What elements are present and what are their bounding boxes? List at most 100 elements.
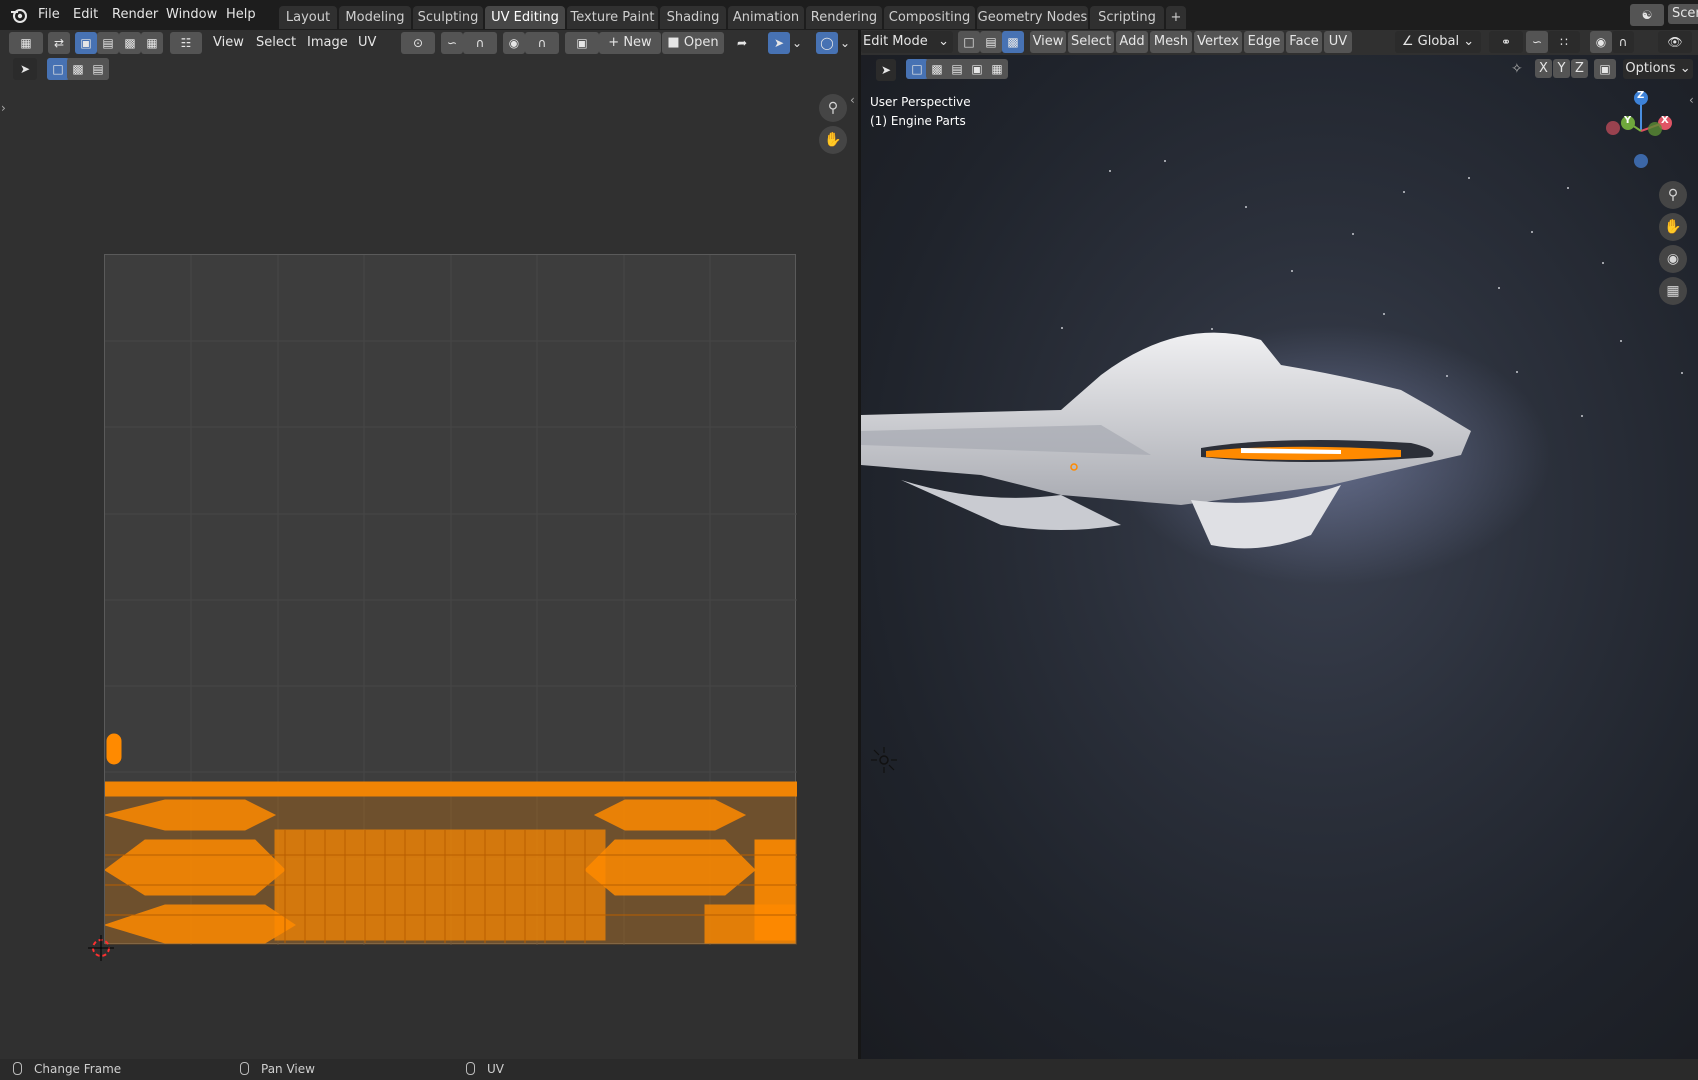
edge-select-icon[interactable]: ▤ (97, 32, 119, 54)
vertex-mode-icon[interactable]: □ (958, 31, 980, 53)
menu-window[interactable]: Window (166, 5, 217, 25)
uv-menu-select[interactable]: Select (256, 32, 296, 54)
falloff-icon[interactable]: ∩ (525, 32, 559, 54)
uv-menu-image[interactable]: Image (307, 32, 348, 54)
gizmo-dropdown-icon[interactable]: ⌄ (790, 32, 804, 54)
uv-editor-area[interactable]: ➤ □ ▩ ▤ › ⚲ ✋ ‹ (0, 55, 858, 1059)
vp-menu-select[interactable]: Select (1068, 31, 1114, 53)
tab-sculpting[interactable]: Sculpting (413, 6, 483, 29)
pivot-point-icon[interactable]: ⊙ (401, 32, 435, 54)
uv-mesh[interactable] (105, 255, 797, 945)
vp-menu-vertex[interactable]: Vertex (1194, 31, 1242, 53)
vp-menu-uv[interactable]: UV (1324, 31, 1352, 53)
transform-orientation-select[interactable]: ∠ Global ⌄ (1395, 31, 1481, 53)
vp-menu-add[interactable]: Add (1116, 31, 1148, 53)
vp-select-new-icon[interactable]: □ (906, 59, 928, 79)
light-icon[interactable] (869, 745, 899, 775)
tab-animation[interactable]: Animation (728, 6, 804, 29)
vp-select-subtract-icon[interactable]: ▤ (946, 59, 968, 79)
scene-selector-icon[interactable]: ☯ (1630, 4, 1664, 26)
proportional-edit-icon[interactable]: ◉ (503, 32, 525, 54)
menu-render[interactable]: Render (112, 5, 158, 25)
vp-menu-mesh[interactable]: Mesh (1150, 31, 1192, 53)
island-select-icon[interactable]: ▦ (141, 32, 163, 54)
vp-falloff-icon[interactable]: ∩ (1612, 31, 1634, 53)
tab-shading[interactable]: Shading (660, 6, 726, 29)
vp-zoom-icon[interactable]: ⚲ (1659, 181, 1687, 209)
vp-tool-select-icon[interactable]: ➤ (876, 59, 896, 81)
transform-pivot-icon[interactable]: ⚭ (1489, 31, 1523, 53)
vp-select-invert-icon[interactable]: ▣ (966, 59, 988, 79)
image-browse-icon[interactable]: ▣ (565, 32, 599, 54)
mirror-icon[interactable]: ✧ (1511, 61, 1523, 77)
overlay-toggle-icon[interactable]: ◯ (816, 32, 838, 54)
sync-selection-icon[interactable]: ⇄ (48, 32, 70, 54)
navigation-gizmo[interactable]: Z X Y (1599, 85, 1679, 175)
toolbar-expand-icon[interactable]: › (1, 101, 6, 115)
gizmo-toggle-icon[interactable]: ➤ (768, 32, 790, 54)
2d-cursor-icon[interactable] (88, 935, 114, 961)
vp-menu-view[interactable]: View (1030, 31, 1066, 53)
face-mode-icon[interactable]: ▩ (1002, 31, 1024, 53)
vp-sidebar-expand-icon[interactable]: ‹ (1689, 93, 1694, 107)
orientation-icon: ∠ (1401, 34, 1414, 49)
blender-logo-icon[interactable] (9, 6, 29, 24)
vp-menu-edge[interactable]: Edge (1244, 31, 1284, 53)
uv-pan-icon[interactable]: ✋ (819, 126, 847, 154)
new-image-button[interactable]: + New (599, 32, 661, 54)
status-change-frame: Change Frame (13, 1061, 121, 1078)
select-extend-icon[interactable]: ▩ (67, 58, 89, 80)
axis-z-toggle[interactable]: Z (1571, 59, 1588, 78)
tab-texture-paint[interactable]: Texture Paint (567, 6, 658, 29)
uv-menu-uv[interactable]: UV (358, 32, 376, 54)
visibility-icon[interactable]: 👁 (1658, 31, 1692, 53)
tool-select-icon[interactable]: ➤ (13, 58, 37, 80)
vertex-select-icon[interactable]: ▣ (75, 32, 97, 54)
uv-grid[interactable] (104, 254, 797, 945)
select-subtract-icon[interactable]: ▤ (87, 58, 109, 80)
snap-target-icon[interactable]: ∩ (463, 32, 497, 54)
axis-y-toggle[interactable]: Y (1553, 59, 1570, 78)
vp-snap-icon[interactable]: ∽ (1526, 31, 1548, 53)
tab-rendering[interactable]: Rendering (806, 6, 882, 29)
pin-icon[interactable]: ➦ (731, 32, 753, 54)
tab-uv-editing[interactable]: UV Editing (485, 6, 565, 29)
options-dropdown[interactable]: Options ⌄ (1623, 59, 1693, 79)
scene-label[interactable]: Scen (1668, 4, 1698, 24)
grid-view-icon[interactable]: ▦ (1659, 277, 1687, 305)
tab-compositing[interactable]: Compositing (884, 6, 975, 29)
menu-file[interactable]: File (38, 5, 60, 25)
menu-edit[interactable]: Edit (73, 5, 98, 25)
axis-x-toggle[interactable]: X (1535, 59, 1552, 78)
mode-selector[interactable]: Edit Mode ⌄ (861, 31, 953, 53)
tab-modeling[interactable]: Modeling (339, 6, 411, 29)
face-select-icon[interactable]: ▩ (119, 32, 141, 54)
select-new-icon[interactable]: □ (47, 58, 69, 80)
tab-geometry-nodes[interactable]: Geometry Nodes (977, 6, 1088, 29)
top-bar: File Edit Render Window Help Layout Mode… (0, 0, 1698, 30)
uv-menu-view[interactable]: View (213, 32, 244, 54)
vp-menu-face[interactable]: Face (1286, 31, 1322, 53)
tab-layout[interactable]: Layout (279, 6, 337, 29)
vp-proportional-icon[interactable]: ◉ (1590, 31, 1612, 53)
vp-select-intersect-icon[interactable]: ▦ (986, 59, 1008, 79)
tab-scripting[interactable]: Scripting (1090, 6, 1164, 29)
overlay-dropdown-icon[interactable]: ⌄ (838, 32, 852, 54)
snap-icon[interactable]: ∽ (441, 32, 463, 54)
vp-select-extend-icon[interactable]: ▩ (926, 59, 948, 79)
open-image-button[interactable]: ■ Open (662, 32, 724, 54)
spaceship-model[interactable] (861, 55, 1698, 1059)
3d-viewport[interactable]: ➤ □ ▩ ▤ ▣ ▦ User Perspective (1) Engine … (861, 55, 1698, 1059)
editor-type-icon[interactable]: ▦ (9, 32, 43, 54)
menu-help[interactable]: Help (226, 5, 256, 25)
sticky-select-icon[interactable]: ☷ (170, 32, 202, 54)
vp-snap-target-icon[interactable]: ∷ (1548, 31, 1580, 53)
vp-pan-icon[interactable]: ✋ (1659, 213, 1687, 241)
add-workspace-button[interactable]: + (1166, 6, 1186, 29)
status-bar: Change Frame Pan View UV (0, 1059, 1698, 1080)
uv-zoom-icon[interactable]: ⚲ (819, 94, 847, 122)
sidebar-expand-icon[interactable]: ‹ (850, 93, 855, 107)
camera-view-icon[interactable]: ◉ (1659, 245, 1687, 273)
auto-merge-icon[interactable]: ▣ (1594, 59, 1616, 79)
edge-mode-icon[interactable]: ▤ (980, 31, 1002, 53)
